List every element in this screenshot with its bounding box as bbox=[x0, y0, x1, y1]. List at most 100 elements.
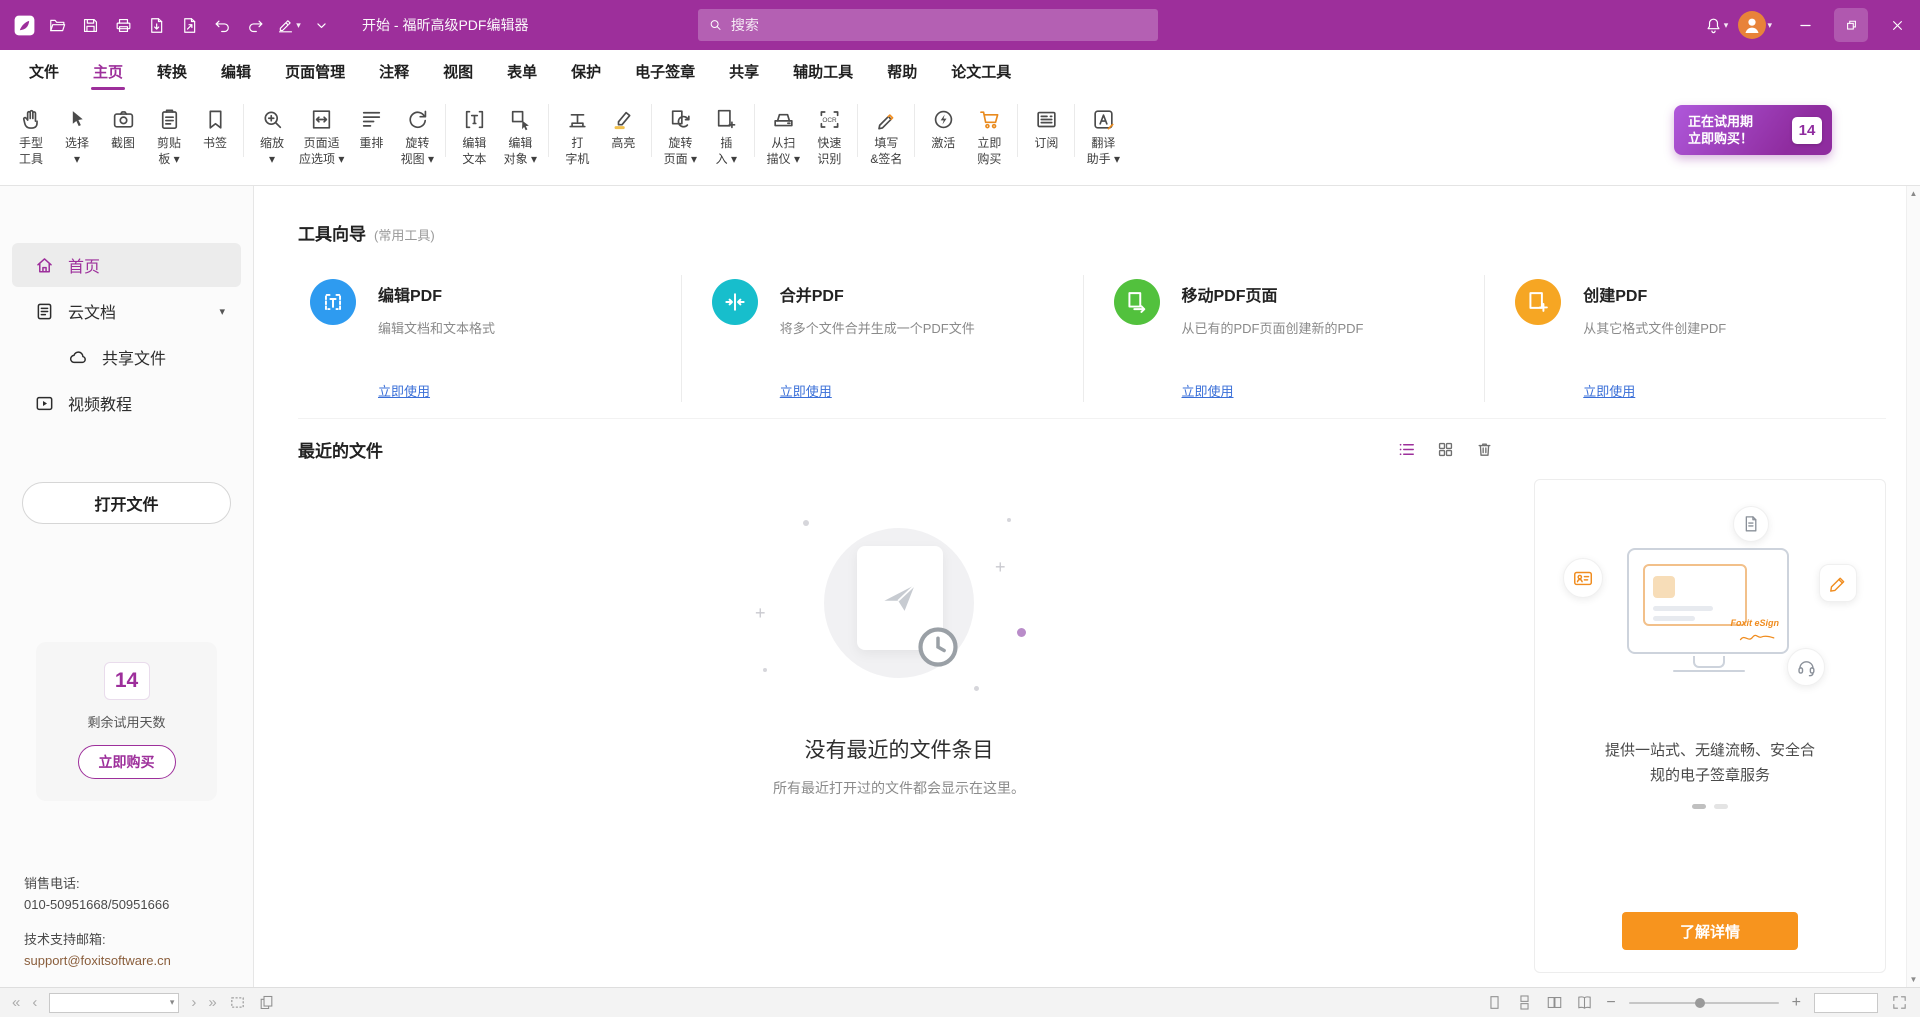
menu-item-1[interactable]: 文件 bbox=[12, 50, 76, 93]
save-icon[interactable] bbox=[74, 0, 107, 50]
next-page-button[interactable]: › bbox=[191, 995, 196, 1010]
zoom-in-button[interactable]: + bbox=[1792, 995, 1801, 1011]
restore-button[interactable] bbox=[1828, 0, 1874, 50]
ribbon-tool-fill-sign[interactable]: 填写&签名 bbox=[863, 96, 909, 169]
close-button[interactable] bbox=[1874, 0, 1920, 50]
tool-card-merge-pdf[interactable]: 合并PDF将多个文件合并生成一个PDF文件立即使用 bbox=[681, 275, 1083, 402]
ribbon-tool-subscribe[interactable]: 订阅 bbox=[1023, 96, 1069, 153]
sidebar-item-home[interactable]: 首页 bbox=[12, 243, 241, 287]
page-number-box[interactable]: ▾ bbox=[49, 993, 179, 1013]
open-file-icon[interactable] bbox=[41, 0, 74, 50]
app-logo[interactable] bbox=[8, 0, 41, 50]
notifications-caret-icon[interactable]: ▾ bbox=[1724, 20, 1729, 31]
ribbon-tool-insert[interactable]: 插入 ▾ bbox=[703, 96, 749, 169]
ribbon-tool-rotate-view[interactable]: 旋转视图 ▾ bbox=[394, 96, 440, 169]
menu-item-2[interactable]: 主页 bbox=[76, 50, 140, 93]
zoom-value-input[interactable] bbox=[1815, 994, 1877, 1012]
content-scrollbar[interactable]: ▲ ▼ bbox=[1906, 186, 1920, 987]
tool-card-edit-pdf[interactable]: 编辑PDF编辑文档和文本格式立即使用 bbox=[298, 275, 681, 402]
ribbon-tool-zoom[interactable]: 缩放▾ bbox=[249, 96, 295, 169]
fit-screen-icon[interactable] bbox=[1891, 994, 1908, 1011]
esign-dropdown-caret-icon[interactable]: ▾ bbox=[296, 20, 301, 31]
minimize-button[interactable] bbox=[1782, 0, 1828, 50]
trial-banner[interactable]: 正在试用期 立即购买！ 14 bbox=[1674, 105, 1832, 155]
tool-card-use-link[interactable]: 立即使用 bbox=[1583, 381, 1635, 400]
ribbon-tool-ocr[interactable]: OCR快速识别 bbox=[806, 96, 852, 169]
scroll-up-icon[interactable]: ▲ bbox=[1910, 189, 1918, 198]
support-email-link[interactable]: support@foxitsoftware.cn bbox=[24, 950, 239, 971]
menu-item-11[interactable]: 共享 bbox=[712, 50, 776, 93]
menu-item-7[interactable]: 视图 bbox=[426, 50, 490, 93]
menu-item-12[interactable]: 辅助工具 bbox=[776, 50, 870, 93]
carousel-dot[interactable] bbox=[1714, 804, 1728, 809]
search-input[interactable] bbox=[731, 17, 1148, 33]
snapshot-icon[interactable] bbox=[229, 994, 246, 1011]
sidebar-item-cloud-docs[interactable]: 云文档 ▾ bbox=[12, 289, 241, 333]
ribbon-tool-page-fit[interactable]: 页面适应选项 ▾ bbox=[295, 96, 348, 169]
ribbon-tool-translate[interactable]: 翻译助手 ▾ bbox=[1080, 96, 1126, 169]
book-view-icon[interactable] bbox=[1576, 994, 1593, 1011]
prev-page-button[interactable]: ‹ bbox=[32, 995, 37, 1010]
customize-toolbar-icon[interactable] bbox=[305, 0, 338, 50]
ribbon-tool-edit-object[interactable]: 编辑对象 ▾ bbox=[497, 96, 543, 169]
ribbon-tool-activate[interactable]: 激活 bbox=[920, 96, 966, 153]
search-box[interactable] bbox=[698, 9, 1158, 41]
ribbon-tool-buy[interactable]: 立即购买 bbox=[966, 96, 1012, 169]
ribbon-tool-hand-tool[interactable]: 手型工具 bbox=[8, 96, 54, 169]
page-number-input[interactable] bbox=[54, 996, 169, 1010]
page-dropdown-caret-icon[interactable]: ▾ bbox=[170, 997, 175, 1008]
ribbon-tool-edit-text[interactable]: 编辑文本 bbox=[451, 96, 497, 169]
ribbon-tool-scanner[interactable]: 从扫描仪 ▾ bbox=[760, 96, 806, 169]
single-page-view-icon[interactable] bbox=[1486, 994, 1503, 1011]
cloud-docs-caret-icon[interactable]: ▾ bbox=[219, 305, 225, 318]
tool-card-use-link[interactable]: 立即使用 bbox=[780, 381, 832, 400]
clipboard-pages-icon[interactable] bbox=[258, 994, 275, 1011]
ribbon-tool-screenshot[interactable]: 截图 bbox=[100, 96, 146, 153]
ribbon-tool-select[interactable]: 选择▾ bbox=[54, 96, 100, 169]
print-icon[interactable] bbox=[107, 0, 140, 50]
esign-tool-icon[interactable]: ▾ bbox=[272, 0, 305, 50]
scroll-down-icon[interactable]: ▼ bbox=[1910, 975, 1918, 984]
menu-item-9[interactable]: 保护 bbox=[554, 50, 618, 93]
ribbon-tool-typewriter[interactable]: 打字机 bbox=[554, 96, 600, 169]
ribbon-tool-rotate-pages[interactable]: 旋转页面 ▾ bbox=[657, 96, 703, 169]
last-page-button[interactable]: » bbox=[208, 995, 216, 1010]
menu-item-13[interactable]: 帮助 bbox=[870, 50, 934, 93]
grid-view-icon[interactable] bbox=[1436, 440, 1455, 459]
zoom-slider-thumb[interactable] bbox=[1695, 998, 1705, 1008]
menu-item-10[interactable]: 电子签章 bbox=[618, 50, 712, 93]
menu-item-5[interactable]: 页面管理 bbox=[268, 50, 362, 93]
user-avatar[interactable]: ▾ bbox=[1738, 11, 1772, 39]
menu-item-4[interactable]: 编辑 bbox=[204, 50, 268, 93]
tool-card-create-pdf[interactable]: 创建PDF从其它格式文件创建PDF立即使用 bbox=[1484, 275, 1886, 402]
redo-icon[interactable] bbox=[239, 0, 272, 50]
carousel-dot[interactable] bbox=[1692, 804, 1706, 809]
sidebar-item-shared-files[interactable]: 共享文件 bbox=[12, 335, 241, 379]
learn-more-button[interactable]: 了解详情 bbox=[1622, 912, 1798, 950]
menu-item-6[interactable]: 注释 bbox=[362, 50, 426, 93]
tool-card-use-link[interactable]: 立即使用 bbox=[1182, 381, 1234, 400]
ribbon-tool-highlight[interactable]: 高亮 bbox=[600, 96, 646, 153]
zoom-value-box[interactable] bbox=[1814, 993, 1878, 1013]
zoom-slider[interactable] bbox=[1629, 996, 1779, 1010]
buy-now-button[interactable]: 立即购买 bbox=[78, 745, 176, 779]
menu-item-14[interactable]: 论文工具 bbox=[934, 50, 1028, 93]
list-view-icon[interactable] bbox=[1397, 440, 1416, 459]
export-icon[interactable] bbox=[140, 0, 173, 50]
tool-card-use-link[interactable]: 立即使用 bbox=[378, 381, 430, 400]
ribbon-tool-clipboard[interactable]: 剪贴板 ▾ bbox=[146, 96, 192, 169]
sidebar-item-video-tutorials[interactable]: 视频教程 bbox=[12, 381, 241, 425]
tool-card-move-pdf-pages[interactable]: 移动PDF页面从已有的PDF页面创建新的PDF立即使用 bbox=[1083, 275, 1485, 402]
first-page-button[interactable]: « bbox=[12, 995, 20, 1010]
menu-item-8[interactable]: 表单 bbox=[490, 50, 554, 93]
zoom-out-button[interactable]: − bbox=[1606, 995, 1615, 1011]
ribbon-tool-bookmark[interactable]: 书签 bbox=[192, 96, 238, 153]
ribbon-tool-reflow[interactable]: 重排 bbox=[348, 96, 394, 153]
continuous-view-icon[interactable] bbox=[1516, 994, 1533, 1011]
share-icon[interactable] bbox=[173, 0, 206, 50]
avatar-caret-icon[interactable]: ▾ bbox=[1767, 20, 1772, 31]
undo-icon[interactable] bbox=[206, 0, 239, 50]
open-file-button[interactable]: 打开文件 bbox=[22, 482, 231, 524]
notifications-bell-icon[interactable]: ▾ bbox=[1699, 0, 1732, 50]
clear-recent-trash-icon[interactable] bbox=[1475, 440, 1494, 459]
